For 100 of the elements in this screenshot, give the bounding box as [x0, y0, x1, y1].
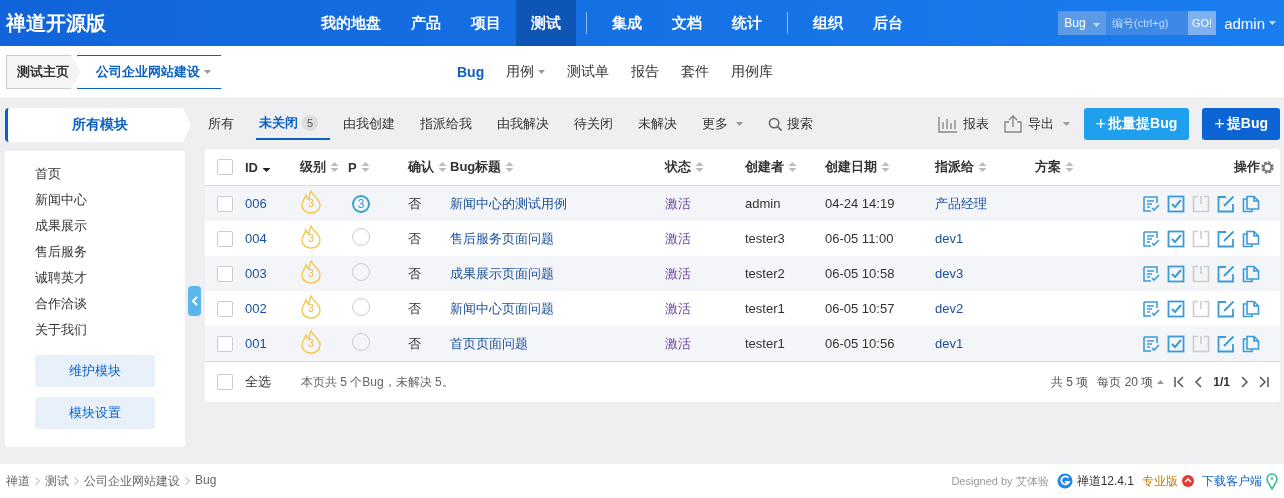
edition-link[interactable]: 专业版 — [1142, 472, 1194, 490]
column-header[interactable]: 方案 — [1035, 158, 1140, 176]
filter-tab[interactable]: 未解决 — [635, 108, 690, 140]
filter-tab[interactable]: 未关闭 5 — [256, 108, 331, 140]
assignee-link[interactable]: 产品经理 — [935, 194, 1035, 213]
checkbox[interactable] — [217, 300, 233, 317]
search-toggle[interactable]: 搜索 — [765, 108, 826, 140]
assignee-link[interactable]: dev2 — [935, 301, 1035, 316]
checkbox[interactable] — [217, 195, 233, 212]
filter-tab[interactable]: 由我创建 — [340, 108, 408, 140]
module-item[interactable]: 关于我们 — [35, 317, 185, 343]
resolve-icon[interactable] — [1167, 264, 1185, 283]
select-all-label[interactable]: 全选 — [245, 373, 271, 391]
caret-icon[interactable] — [1269, 21, 1276, 25]
version-link[interactable]: 禅道12.4.1 — [1056, 472, 1134, 490]
page-size-dropdown[interactable]: 每页 20 项 — [1097, 373, 1154, 391]
column-header[interactable]: P — [348, 159, 395, 175]
breadcrumb-link[interactable]: 测试 — [45, 472, 69, 490]
confirm-icon[interactable] — [1142, 299, 1160, 318]
column-header[interactable]: 创建日期 — [825, 158, 935, 176]
bug-title-link[interactable]: 新闻中心的测试用例 — [450, 194, 665, 213]
assignee-link[interactable]: dev3 — [935, 266, 1035, 281]
filter-tab[interactable]: 待关闭 — [571, 108, 626, 140]
subnav-item[interactable]: 用例库 — [720, 63, 785, 81]
filter-tab[interactable]: 所有 — [205, 108, 246, 140]
filter-tab[interactable]: 由我解决 — [494, 108, 562, 140]
export-button[interactable]: 导出 — [1002, 115, 1070, 133]
confirm-icon[interactable] — [1142, 194, 1160, 213]
breadcrumb-link[interactable]: 公司企业网站建设 — [84, 472, 180, 490]
confirm-icon[interactable] — [1142, 229, 1160, 248]
edit-icon[interactable] — [1217, 194, 1235, 213]
copy-icon[interactable] — [1242, 334, 1260, 353]
resolve-icon[interactable] — [1167, 194, 1185, 213]
nav-item[interactable]: 测试 — [516, 0, 576, 46]
column-header[interactable]: 创建者 — [745, 158, 825, 176]
confirm-icon[interactable] — [1142, 334, 1160, 353]
nav-item[interactable]: 文档 — [657, 0, 717, 46]
nav-item[interactable]: 项目 — [456, 0, 516, 46]
user-menu[interactable]: admin — [1224, 14, 1265, 32]
module-item[interactable]: 合作洽谈 — [35, 291, 185, 317]
bug-id[interactable]: 002 — [245, 301, 300, 316]
bug-title-link[interactable]: 成果展示页面问题 — [450, 264, 665, 283]
copy-icon[interactable] — [1242, 264, 1260, 283]
module-item[interactable]: 首页 — [35, 161, 185, 187]
bug-id[interactable]: 006 — [245, 196, 300, 211]
nav-item[interactable]: 我的地盘 — [306, 0, 396, 46]
download-link[interactable]: 下载客户端 — [1202, 472, 1278, 490]
subnav-item[interactable]: Bug — [446, 63, 496, 81]
crumb-tab[interactable]: 测试主页 — [6, 55, 81, 89]
nav-item[interactable]: 组织 — [798, 0, 858, 46]
subnav-item[interactable]: 测试单 — [556, 63, 621, 81]
nav-item[interactable]: 统计 — [717, 0, 777, 46]
module-item[interactable]: 诚聘英才 — [35, 265, 185, 291]
checkbox[interactable] — [217, 374, 233, 390]
module-item[interactable]: 成果展示 — [35, 213, 185, 239]
resolve-icon[interactable] — [1167, 299, 1185, 318]
column-header[interactable]: 确认 — [395, 158, 450, 176]
checkbox[interactable] — [217, 230, 233, 247]
filter-tab[interactable]: 更多 — [699, 108, 756, 140]
resolve-icon[interactable] — [1167, 334, 1185, 353]
checkbox[interactable] — [217, 265, 233, 282]
search-field[interactable]: 编号(ctrl+g) — [1105, 11, 1188, 35]
nav-item[interactable]: 集成 — [597, 0, 657, 46]
breadcrumb-link[interactable]: Bug — [195, 472, 217, 490]
nav-item[interactable]: 后台 — [858, 0, 918, 46]
bug-id[interactable]: 001 — [245, 336, 300, 351]
module-item[interactable]: 售后服务 — [35, 239, 185, 265]
column-header[interactable]: Bug标题 — [450, 158, 665, 176]
copy-icon[interactable] — [1242, 299, 1260, 318]
nav-item[interactable]: 产品 — [396, 0, 456, 46]
create-bug-button[interactable]: +提Bug — [1202, 108, 1280, 140]
column-header[interactable]: 级别 — [300, 158, 348, 176]
confirm-icon[interactable] — [1142, 264, 1160, 283]
settings-icon[interactable] — [1260, 159, 1275, 175]
module-button[interactable]: 模块设置 — [35, 397, 155, 429]
report-button[interactable]: 报表 — [937, 115, 989, 133]
subnav-item[interactable]: 用例 — [495, 63, 557, 81]
bug-id[interactable]: 003 — [245, 266, 300, 281]
bug-title-link[interactable]: 首页页面问题 — [450, 334, 665, 353]
copy-icon[interactable] — [1242, 194, 1260, 213]
bug-title-link[interactable]: 新闻中心页面问题 — [450, 299, 665, 318]
column-header[interactable]: 指派给 — [935, 158, 1035, 176]
last-page-icon[interactable] — [1258, 376, 1270, 388]
next-page-icon[interactable] — [1239, 376, 1249, 388]
subnav-item[interactable]: 报告 — [620, 63, 671, 81]
previous-page-icon[interactable] — [1194, 376, 1205, 388]
collapse-button[interactable] — [188, 286, 201, 316]
filter-tab[interactable]: 指派给我 — [417, 108, 485, 140]
edit-icon[interactable] — [1217, 264, 1235, 283]
bug-title-link[interactable]: 售后服务页面问题 — [450, 229, 665, 248]
edit-icon[interactable] — [1217, 229, 1235, 248]
caret-up-icon[interactable] — [1157, 380, 1165, 384]
first-page-icon[interactable] — [1173, 376, 1186, 388]
edit-icon[interactable] — [1217, 334, 1235, 353]
module-item[interactable]: 新闻中心 — [35, 187, 185, 213]
assignee-link[interactable]: dev1 — [935, 336, 1035, 351]
module-button[interactable]: 维护模块 — [35, 355, 155, 387]
edit-icon[interactable] — [1217, 299, 1235, 318]
checkbox[interactable] — [217, 159, 233, 175]
assignee-link[interactable]: dev1 — [935, 231, 1035, 246]
